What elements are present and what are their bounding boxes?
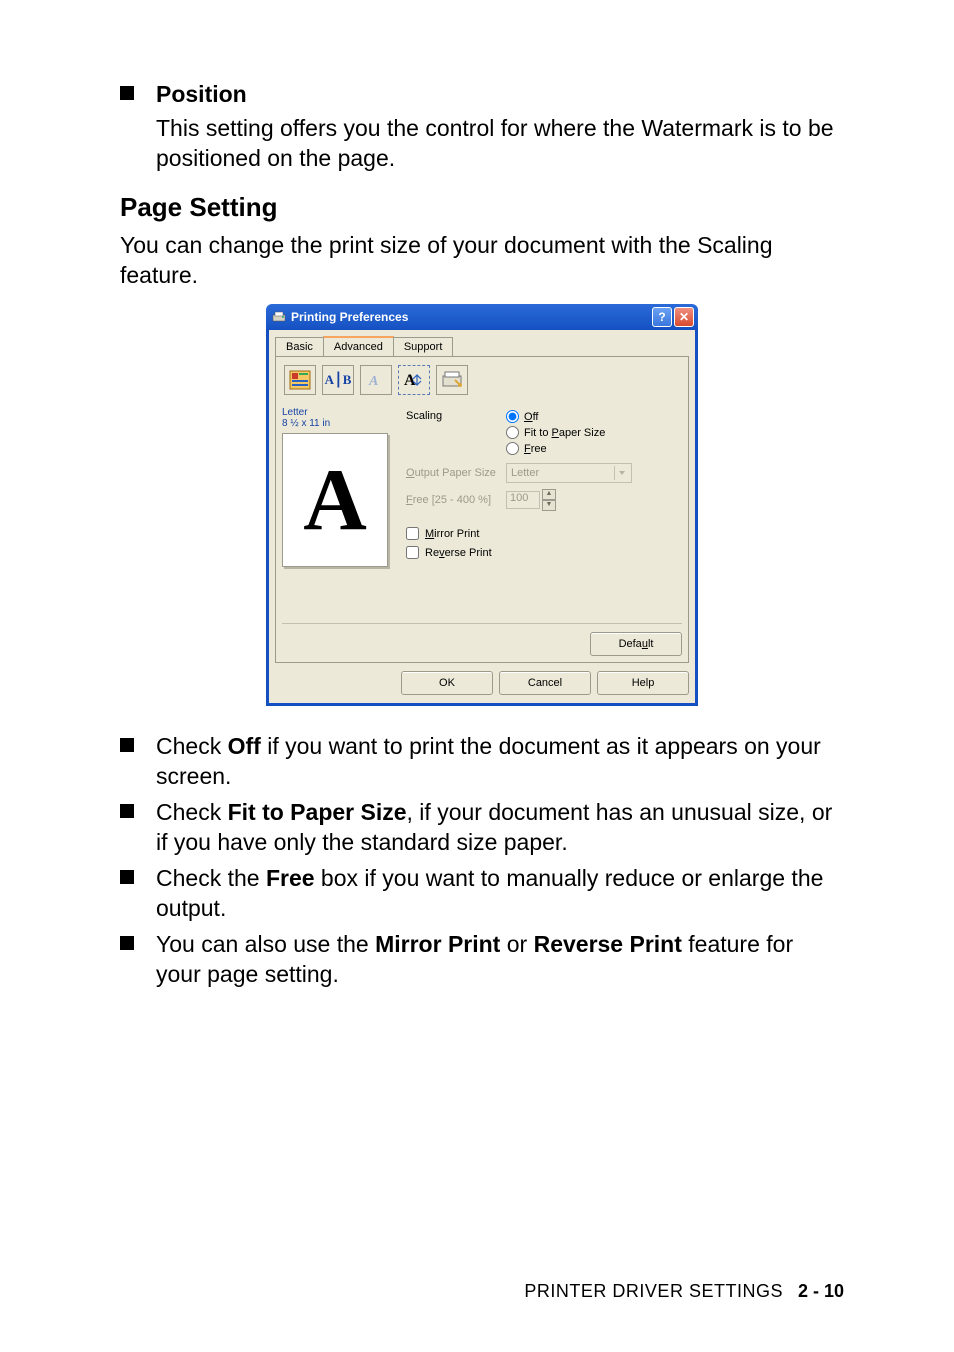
help-button[interactable]: Help xyxy=(597,671,689,695)
dialog-screenshot: Printing Preferences ? ✕ Basic Advanced … xyxy=(120,304,844,706)
position-title: Position xyxy=(156,80,247,110)
toolbar-btn-1[interactable] xyxy=(284,365,316,395)
preview-page: A xyxy=(282,433,388,567)
svg-text:A: A xyxy=(368,374,378,389)
preview-paper-name: Letter xyxy=(282,407,398,418)
bullet-icon xyxy=(120,86,134,100)
radio-off[interactable]: Off xyxy=(506,410,605,423)
check-mirror-label: Mirror Print xyxy=(425,528,479,540)
tab-support[interactable]: Support xyxy=(393,337,454,356)
check-mirror[interactable]: Mirror Print xyxy=(406,527,682,540)
radio-fit[interactable]: Fit to Paper Size xyxy=(506,426,605,439)
radio-free[interactable]: Free xyxy=(506,442,605,455)
radio-free-input[interactable] xyxy=(506,442,519,455)
default-button[interactable]: Default xyxy=(590,632,682,656)
footer-title: PRINTER DRIVER SETTINGS xyxy=(524,1281,783,1301)
radio-free-label: Free xyxy=(524,443,547,455)
tab-strip: Basic Advanced Support xyxy=(275,334,689,356)
dialog-titlebar: Printing Preferences ? ✕ xyxy=(266,304,698,330)
printer-icon xyxy=(272,310,286,324)
titlebar-close-button[interactable]: ✕ xyxy=(674,307,694,327)
scaling-label: Scaling xyxy=(406,410,506,422)
chevron-down-icon xyxy=(614,466,629,480)
toolbar-btn-5[interactable] xyxy=(436,365,468,395)
titlebar-help-button[interactable]: ? xyxy=(652,307,672,327)
bullet-off: Check Off if you want to print the docum… xyxy=(156,732,844,792)
check-reverse[interactable]: Reverse Print xyxy=(406,546,682,559)
output-size-label: Output Paper Size xyxy=(406,467,506,479)
radio-fit-input[interactable] xyxy=(506,426,519,439)
free-pct-label: Free [25 - 400 %] xyxy=(406,494,506,506)
bullet-icon xyxy=(120,738,134,752)
toolbar-btn-3[interactable]: A xyxy=(360,365,392,395)
bullet-mirror-reverse: You can also use the Mirror Print or Rev… xyxy=(156,930,844,990)
ok-button[interactable]: OK xyxy=(401,671,493,695)
bullet-icon xyxy=(120,936,134,950)
check-mirror-input[interactable] xyxy=(406,527,419,540)
radio-fit-label: Fit to Paper Size xyxy=(524,427,605,439)
tab-basic[interactable]: Basic xyxy=(275,337,324,356)
spin-up-icon: ▲ xyxy=(542,489,556,500)
toolbar-btn-4-selected[interactable]: A xyxy=(398,365,430,395)
preview-paper-size: 8 ½ x 11 in xyxy=(282,418,398,429)
spin-buttons: ▲ ▼ xyxy=(542,489,556,511)
check-reverse-input[interactable] xyxy=(406,546,419,559)
svg-text:A: A xyxy=(404,372,416,389)
tab-advanced[interactable]: Advanced xyxy=(323,336,394,356)
position-desc: This setting offers you the control for … xyxy=(156,114,844,174)
spin-down-icon: ▼ xyxy=(542,500,556,511)
radio-off-input[interactable] xyxy=(506,410,519,423)
footer-page: 2 - 10 xyxy=(798,1281,844,1301)
bullet-fit: Check Fit to Paper Size, if your documen… xyxy=(156,798,844,858)
toolbar-btn-2[interactable]: A⎮B xyxy=(322,365,354,395)
bullet-icon xyxy=(120,804,134,818)
cancel-button[interactable]: Cancel xyxy=(499,671,591,695)
check-reverse-label: Reverse Print xyxy=(425,547,492,559)
output-size-combo: Letter xyxy=(506,463,632,483)
dialog-title: Printing Preferences xyxy=(291,310,652,324)
bullet-icon xyxy=(120,870,134,884)
radio-off-label: Off xyxy=(524,411,538,423)
page-setting-intro: You can change the print size of your do… xyxy=(120,231,844,291)
free-pct-value: 100 xyxy=(506,491,540,509)
page-setting-heading: Page Setting xyxy=(120,192,844,223)
output-size-value: Letter xyxy=(511,467,539,479)
bullet-free: Check the Free box if you want to manual… xyxy=(156,864,844,924)
page-footer: PRINTER DRIVER SETTINGS 2 - 10 xyxy=(524,1281,844,1302)
